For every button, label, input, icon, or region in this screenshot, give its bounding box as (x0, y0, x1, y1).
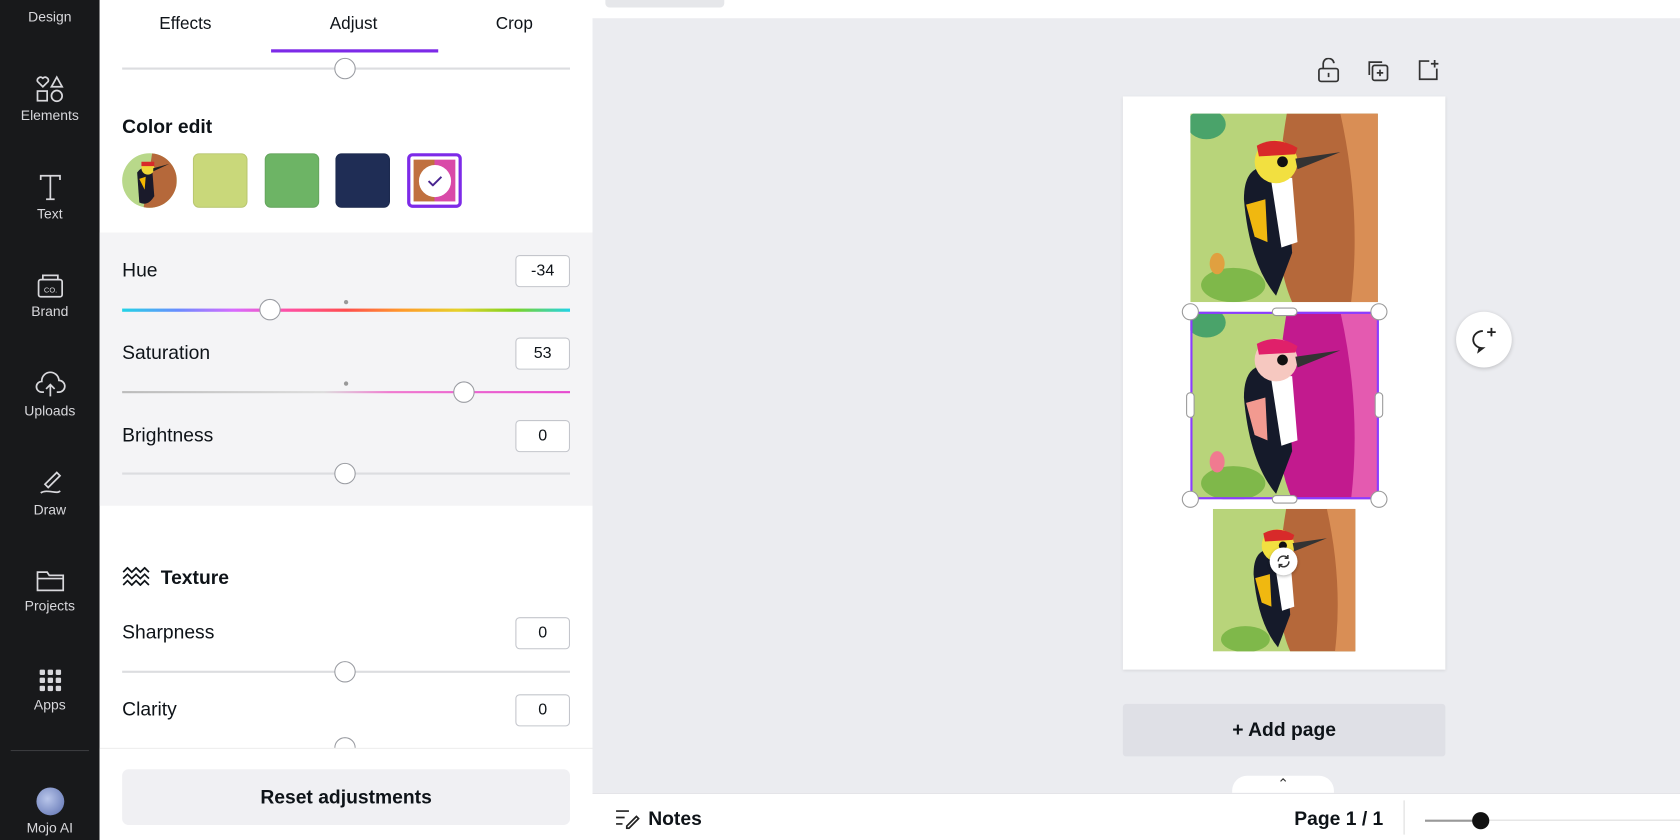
draw-icon (39, 471, 61, 494)
add-comment-button[interactable] (1456, 311, 1512, 368)
sharpness-input[interactable]: 0 (515, 617, 571, 650)
divider (1403, 800, 1405, 835)
bottom-bar: Notes Page 1 / 1 (592, 792, 1680, 840)
sidebar-item-mojo-ai[interactable]: Mojo AI (0, 787, 100, 836)
color-swatch-light-green[interactable] (192, 153, 248, 208)
sidebar-item-label: Uploads (24, 402, 76, 419)
hue-slider-knob[interactable] (259, 298, 281, 321)
comment-plus-icon (1472, 327, 1496, 354)
toolbar-tab[interactable] (605, 0, 725, 8)
unlock-icon[interactable] (1317, 57, 1341, 84)
top-toolbar (592, 0, 1680, 19)
sidebar-item-projects[interactable]: Projects (0, 568, 100, 614)
resize-handle[interactable] (1181, 303, 1199, 321)
sidebar-item-label: Draw (33, 501, 67, 518)
resize-handle[interactable] (1271, 307, 1298, 317)
rotate-handle[interactable] (1269, 547, 1298, 576)
sidebar-item-label: Apps (33, 696, 66, 713)
upload-cloud-icon (35, 371, 66, 397)
slider-knob[interactable] (334, 57, 356, 80)
zoom-slider-track[interactable] (1479, 819, 1680, 821)
color-edit-title: Color edit (122, 115, 213, 138)
resize-handle[interactable] (1186, 392, 1195, 418)
hue-label: Hue (122, 259, 158, 281)
sidebar-item-label: Brand (31, 303, 69, 320)
folder-icon (36, 571, 64, 592)
resize-handle[interactable] (1370, 303, 1388, 321)
original-image-swatch[interactable] (122, 153, 177, 208)
resize-handle[interactable] (1370, 490, 1388, 508)
text-icon (39, 174, 61, 201)
saturation-input[interactable]: 53 (515, 337, 571, 370)
sidebar-item-label: Mojo AI (26, 819, 74, 836)
sidebar-item-uploads[interactable]: Uploads (0, 371, 100, 419)
canvas-area: + Add page ⌃ (592, 0, 1680, 796)
shapes-icon (35, 75, 64, 103)
chevron-up-icon: ⌃ (1277, 775, 1289, 792)
brightness-slider-knob[interactable] (334, 462, 356, 485)
sharpness-slider-knob[interactable] (334, 661, 356, 683)
reset-adjustments-button[interactable]: Reset adjustments (122, 769, 571, 826)
resize-handle[interactable] (1374, 392, 1384, 418)
zoom-slider-filled[interactable] (1425, 819, 1479, 822)
woodpecker-image[interactable] (1212, 508, 1356, 652)
sharpness-label: Sharpness (122, 621, 215, 643)
sidebar-item-label: Design (28, 8, 72, 25)
texture-title: Texture (160, 566, 229, 589)
add-page-button[interactable]: + Add page (1122, 703, 1446, 757)
tab-effects[interactable]: Effects (159, 15, 211, 34)
adjust-panel: Effects Adjust Crop Color edit Hue -34 S… (99, 0, 593, 840)
tab-adjust[interactable]: Adjust (330, 15, 378, 34)
color-swatch-selected[interactable] (407, 153, 462, 208)
sidebar-item-label: Text (37, 205, 63, 222)
saturation-slider-knob[interactable] (453, 381, 475, 403)
brand-icon: CO. (37, 274, 63, 298)
resize-handle[interactable] (1271, 495, 1298, 504)
saturation-slider[interactable] (122, 391, 571, 394)
brightness-input[interactable]: 0 (515, 420, 571, 453)
sidebar-item-text[interactable]: Text (0, 174, 100, 222)
sidebar-item-brand[interactable]: CO. Brand (0, 273, 100, 319)
check-icon (418, 164, 451, 197)
rotate-icon (1277, 555, 1290, 568)
selection-box (1190, 311, 1379, 500)
color-swatch-green[interactable] (264, 153, 320, 208)
svg-text:CO.: CO. (43, 286, 56, 295)
page-indicator[interactable]: Page 1 / 1 (1294, 808, 1383, 831)
left-sidebar: Design Elements Text CO. Brand Uploads D… (0, 0, 100, 840)
hue-input[interactable]: -34 (515, 255, 571, 288)
zoom-slider-knob[interactable] (1472, 812, 1490, 830)
color-swatch-navy[interactable] (335, 153, 391, 208)
resize-handle[interactable] (1181, 490, 1199, 508)
clarity-input[interactable]: 0 (515, 694, 571, 727)
apps-grid-icon (39, 669, 61, 692)
saturation-label: Saturation (122, 341, 211, 364)
tab-crop[interactable]: Crop (496, 15, 533, 34)
duplicate-icon[interactable] (1366, 59, 1390, 83)
notes-button[interactable]: Notes (648, 808, 702, 831)
clarity-label: Clarity (122, 698, 177, 721)
design-page[interactable] (1122, 96, 1446, 670)
center-marker (343, 381, 349, 386)
sidebar-item-design[interactable]: Design (0, 9, 100, 25)
active-tab-indicator (271, 49, 439, 53)
texture-icon (122, 566, 150, 587)
sidebar-divider (10, 750, 89, 752)
center-marker (343, 300, 349, 305)
sidebar-item-label: Elements (20, 107, 79, 124)
sidebar-item-apps[interactable]: Apps (0, 669, 100, 713)
sidebar-item-label: Projects (24, 597, 75, 614)
hue-slider[interactable] (122, 308, 571, 312)
avatar (35, 787, 64, 816)
notes-icon (616, 810, 640, 830)
woodpecker-image[interactable] (1190, 113, 1378, 303)
sidebar-item-draw[interactable]: Draw (0, 469, 100, 518)
add-page-icon[interactable] (1416, 58, 1440, 82)
sidebar-item-elements[interactable]: Elements (0, 75, 100, 123)
brightness-label: Brightness (122, 424, 214, 446)
